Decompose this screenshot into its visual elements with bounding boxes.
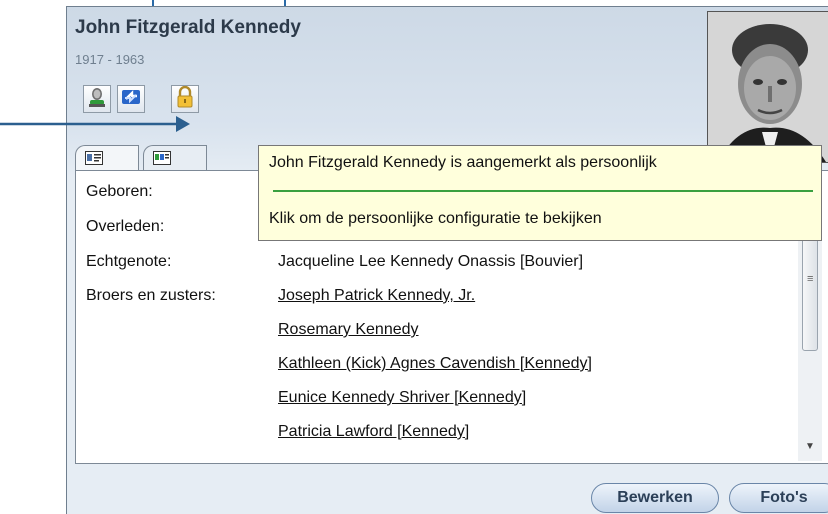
sibling-link[interactable]: Rosemary Kennedy — [278, 321, 419, 339]
lock-button[interactable] — [171, 85, 199, 113]
id-card-icon — [85, 151, 103, 170]
person-card: John Fitzgerald Kennedy 1917 - 1963 Gebo… — [66, 6, 828, 514]
sync-icon — [120, 87, 142, 112]
tooltip-separator — [273, 190, 813, 192]
tab-family[interactable] — [143, 145, 207, 171]
screen: John Fitzgerald Kennedy 1917 - 1963 Gebo… — [0, 0, 828, 514]
tooltip-message: John Fitzgerald Kennedy is aangemerkt al… — [269, 154, 657, 171]
died-label: Overleden: — [86, 218, 165, 235]
sibling-link[interactable]: Kathleen (Kick) Agnes Cavendish [Kennedy… — [278, 355, 592, 373]
spouse-value: Jacqueline Lee Kennedy Onassis [Bouvier] — [278, 253, 584, 270]
portrait-photo[interactable] — [707, 11, 828, 163]
privacy-tooltip[interactable]: John Fitzgerald Kennedy is aangemerkt al… — [258, 145, 822, 241]
sync-button[interactable] — [117, 85, 145, 113]
person-icon — [87, 86, 107, 113]
grip-icon: ≡ — [807, 273, 813, 285]
edit-button[interactable]: Bewerken — [591, 483, 719, 513]
portrait-image — [708, 12, 828, 162]
annotation-arrow-icon — [0, 116, 190, 132]
person-years: 1917 - 1963 — [75, 52, 145, 67]
lock-icon — [175, 85, 195, 113]
family-card-icon — [153, 151, 171, 170]
tooltip-action-text: Klik om de persoonlijke configuratie te … — [269, 210, 602, 227]
siblings-label: Broers en zusters: — [86, 287, 216, 304]
tab-personal-info[interactable] — [75, 145, 139, 171]
person-name: John Fitzgerald Kennedy — [75, 17, 301, 38]
sibling-link[interactable]: Eunice Kennedy Shriver [Kennedy] — [278, 389, 526, 407]
clipped-next-row — [278, 455, 528, 463]
person-icon-button[interactable] — [83, 85, 111, 113]
born-label: Geboren: — [86, 183, 153, 200]
sibling-link[interactable]: Joseph Patrick Kennedy, Jr. — [278, 287, 475, 305]
sibling-link[interactable]: Patricia Lawford [Kennedy] — [278, 423, 469, 441]
spouse-label: Echtgenote: — [86, 253, 172, 270]
photos-button[interactable]: Foto's — [729, 483, 828, 513]
scroll-down-icon[interactable]: ▼ — [798, 437, 822, 457]
